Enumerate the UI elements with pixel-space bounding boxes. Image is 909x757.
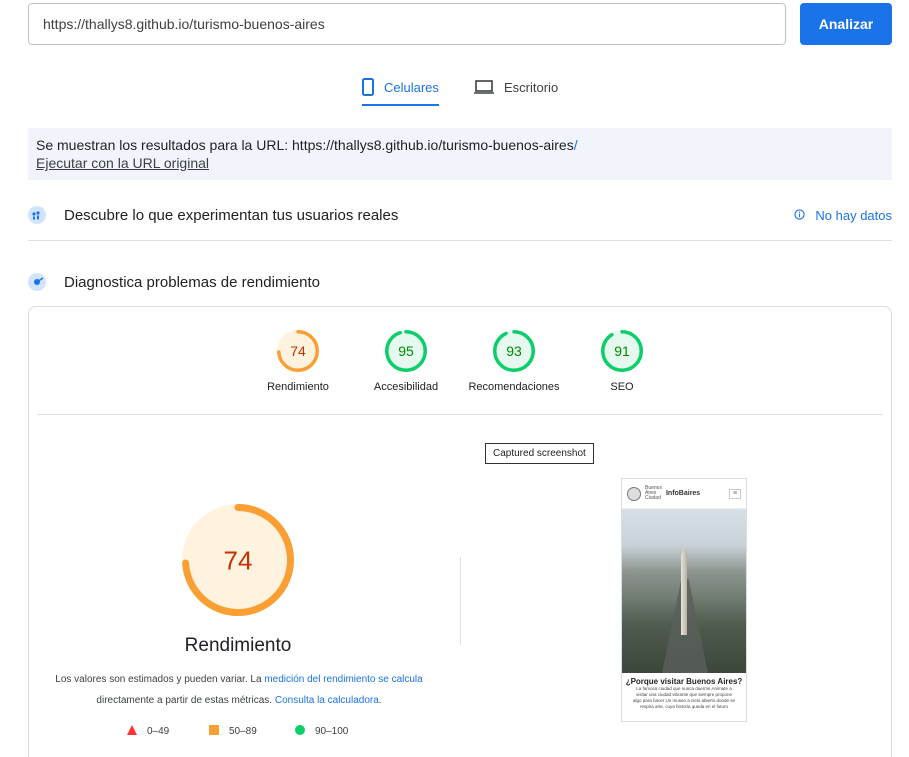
screenshot-tooltip: Captured screenshot [485,443,594,464]
circle-icon [295,725,305,738]
notice-prefix: Se muestran los resultados para la URL: [36,137,293,153]
analyze-button[interactable]: Analizar [800,3,892,45]
logo-text-line-3: Ciudad [645,495,661,501]
hamburger-menu-icon: ≡ [729,488,741,499]
legend-bad: 0–49 [127,725,169,738]
diagnostics-icon [28,273,46,291]
gauge-accessibility-ring: 95 [385,330,427,372]
smartphone-icon [362,78,374,96]
calculator-link[interactable]: Consulta la calculadora [275,695,379,706]
gauge-best-practices-ring: 93 [493,330,535,372]
score-value: 93 [506,343,522,359]
tab-desktop[interactable]: Escritorio [474,70,558,104]
square-icon [209,725,219,738]
legend-average-label: 50–89 [229,726,257,737]
triangle-icon [127,725,137,738]
gauge-performance-ring: 74 [277,330,319,372]
lighthouse-report-card: 74 Rendimiento 95 Accesibilidad 93 Recom… [28,306,892,757]
info-icon [794,208,806,223]
legend-bad-label: 0–49 [147,726,170,737]
performance-gauge-large-ring: 74 [182,504,294,616]
gauge-seo-label: SEO [610,381,634,393]
final-url: https://thallys8.github.io/turismo-bueno… [292,137,574,153]
performance-measurement-link[interactable]: medición del rendimiento se calcula [264,674,422,685]
explanation-text-2: directamente a partir de estas métricas. [96,695,275,706]
site-body-text: La famosa ciudad que nunca duerme Animat… [632,686,736,709]
city-photo [622,509,746,673]
laptop-icon [474,79,494,95]
url-notice: Se muestran los resultados para la URL: … [28,128,892,180]
site-header: Buenos Aires Ciudad InfoBaires ≡ [622,479,746,509]
field-data-title: Descubre lo que experimentan tus usuario… [64,206,399,224]
lab-data-header[interactable]: Diagnostica problemas de rendimiento [28,271,892,293]
score-value: 91 [614,343,630,359]
site-logo-text: Buenos Aires Ciudad [645,486,662,501]
lab-data-title: Diagnostica problemas de rendimiento [64,273,320,291]
site-logo-icon [627,486,641,501]
score-value: 74 [224,545,253,575]
performance-title: Rendimiento [184,635,292,656]
field-data-header[interactable]: Descubre lo que experimentan tus usuario… [28,204,892,226]
score-value: 74 [290,343,306,359]
url-input[interactable] [28,3,786,45]
tab-mobile[interactable]: Celulares [362,70,439,106]
gauge-seo[interactable]: 91 SEO [557,329,687,393]
explanation-text-1: Los valores son estimados y pueden varia… [55,674,265,685]
card-divider [37,414,883,415]
tab-mobile-label: Celulares [384,79,439,95]
gauge-seo-ring: 91 [601,330,643,372]
tab-desktop-label: Escritorio [504,79,559,95]
obelisk-shape [681,545,687,635]
users-icon [28,206,46,224]
site-heading: ¿Porque visitar Buenos Aires? [625,677,743,686]
legend-average: 50–89 [209,725,257,738]
run-original-url-link[interactable]: Ejecutar con la URL original [36,154,884,172]
performance-gauge-large: 74 [181,503,295,622]
section-divider [28,240,892,241]
legend-good: 90–100 [295,725,348,738]
captured-screenshot[interactable]: Buenos Aires Ciudad InfoBaires ≡ ¿Porque… [621,478,747,722]
no-data-indicator[interactable]: No hay datos [794,208,892,223]
legend-good-label: 90–100 [315,726,349,737]
score-value: 95 [398,343,414,359]
explanation-text-3: . [378,695,382,706]
site-brand: InfoBaires [665,490,701,497]
final-url-slash: / [573,137,578,153]
no-data-label: No hay datos [815,207,892,223]
performance-explanation: Los valores son estimados y pueden varia… [49,669,429,711]
vertical-separator [460,557,461,645]
notice-text: Se muestran los resultados para la URL: … [36,136,884,154]
